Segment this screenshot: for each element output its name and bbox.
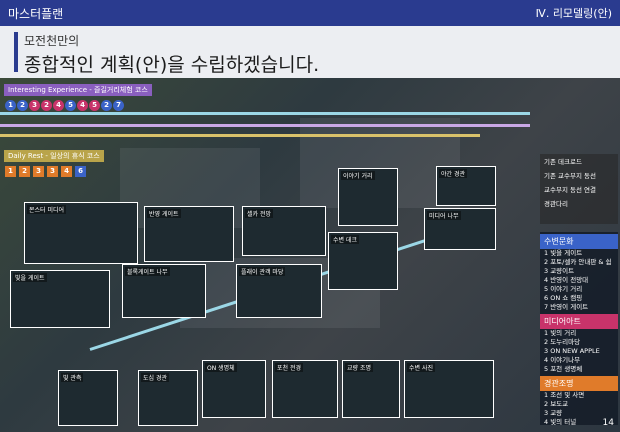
page-number: 14 [602, 418, 614, 428]
river-route [0, 112, 530, 115]
marker: 4 [61, 166, 72, 177]
legend-panel: 수변문화 1 빛을 게이트 2 포토/셀카 안내판 & 쉼 3 교량이트 4 반… [540, 232, 618, 426]
photo-card: 빛 관측 [58, 370, 118, 426]
legend-heading: 수변문화 [540, 234, 618, 249]
marker: 4 [53, 100, 64, 111]
page-subtitle: 모전천만의 [24, 34, 80, 48]
photo-card: 야간 경관 [436, 166, 496, 206]
course-interesting-label: Interesting Experience - 즐길거리체험 코스 [4, 84, 152, 96]
chapter-label: Ⅳ. 리모델링(안) [535, 7, 612, 20]
photo-card: 몬스터 미디어 [24, 202, 138, 264]
marker: 1 [5, 100, 16, 111]
legend-heading: 경관조명 [540, 376, 618, 391]
marker: 6 [75, 166, 86, 177]
master-plan-map: Interesting Experience - 즐길거리체험 코스 Daily… [0, 78, 620, 432]
section-label: 마스터플랜 [8, 7, 64, 21]
photo-card: 도심 경관 [138, 370, 198, 426]
photo-card: 수변 데크 [328, 232, 398, 290]
photo-card: 수변 사진 [404, 360, 494, 418]
marker: 2 [41, 100, 52, 111]
marker: 1 [5, 166, 16, 177]
photo-card: 빛을 게이트 [10, 270, 110, 328]
legend-heading: 미디어아트 [540, 314, 618, 329]
walk-route-2 [0, 134, 480, 137]
marker: 5 [89, 100, 100, 111]
top-bar: 마스터플랜 Ⅳ. 리모델링(안) [0, 0, 620, 26]
photo-card: 이야기 거리 [338, 168, 398, 226]
marker: 2 [101, 100, 112, 111]
marker: 4 [77, 100, 88, 111]
photo-card: 교량 조명 [342, 360, 400, 418]
photo-card: 플래이 관객 마당 [236, 264, 322, 318]
marker: 3 [47, 166, 58, 177]
accent-bar [14, 32, 18, 72]
course-daily-label: Daily Rest - 일상의 휴식 코스 [4, 150, 104, 162]
walk-route [0, 124, 530, 127]
marker: 2 [19, 166, 30, 177]
marker: 3 [29, 100, 40, 111]
marker: 2 [17, 100, 28, 111]
page-title: 종합적인 계획(안)을 수립하겠습니다. [24, 54, 320, 76]
marker: 7 [113, 100, 124, 111]
marker: 5 [65, 100, 76, 111]
photo-card: 미디어 나무 [424, 208, 496, 250]
photo-card: 포천 전경 [272, 360, 338, 418]
route-key: 기존 데크로드 기존 교수부지 동선 교수부지 동선 연결 경관다리 [540, 154, 618, 224]
photo-card: 셀카 전망 [242, 206, 326, 256]
photo-card: 반영 게이트 [144, 206, 234, 262]
marker: 3 [33, 166, 44, 177]
photo-card: ON 생명체 [202, 360, 266, 418]
photo-card: 블록게이트 나무 [122, 264, 206, 318]
page-header: 모전천만의 종합적인 계획(안)을 수립하겠습니다. [0, 26, 620, 78]
